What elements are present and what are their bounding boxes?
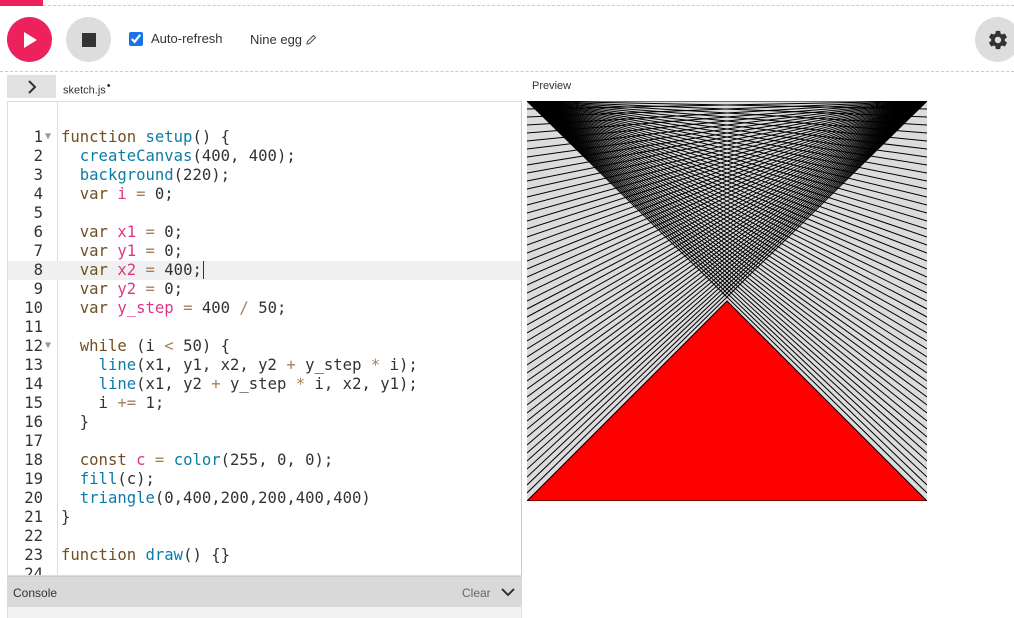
code-line[interactable]: 17 (8, 432, 521, 451)
code-text: var x2 = 400; (79, 261, 204, 279)
line-number: 1 (33, 128, 43, 146)
file-name: sketch.js (63, 84, 106, 97)
line-number: 13 (24, 356, 43, 374)
code-line[interactable]: 23 function draw() {} (8, 546, 521, 565)
code-line[interactable]: 7 var y1 = 0; (8, 242, 521, 261)
line-number: 5 (33, 204, 43, 222)
top-divider (43, 5, 1014, 6)
auto-refresh-label: Auto-refresh (151, 31, 223, 46)
code-text: var y_step = 400 / 50; (79, 299, 287, 317)
gear-icon (988, 30, 1007, 49)
line-number: 16 (24, 413, 43, 431)
project-name[interactable]: Nine egg (250, 32, 317, 47)
code-line[interactable]: 1 ▼ function setup() { (8, 128, 521, 147)
code-line[interactable]: 8 var x2 = 400; (8, 261, 521, 280)
line-number: 2 (33, 147, 43, 165)
code-line[interactable]: 16 } (8, 413, 521, 432)
line-number: 19 (24, 470, 43, 488)
line-number: 9 (33, 280, 43, 298)
code-text: line(x1, y1, x2, y2 + y_step * i); (98, 356, 418, 374)
code-text: triangle(0,400,200,200,400,400) (79, 489, 371, 507)
code-line[interactable]: 21} (8, 508, 521, 527)
chevron-right-icon (27, 79, 36, 94)
line-number: 4 (33, 185, 43, 203)
line-number: 21 (24, 508, 43, 526)
accent-bar (0, 0, 43, 6)
code-line[interactable]: 14 line(x1, y2 + y_step * i, x2, y1); (8, 375, 521, 394)
code-line[interactable]: 3 background(220); (8, 166, 521, 185)
console-body (7, 607, 522, 618)
preview-label: Preview (532, 80, 572, 92)
code-line[interactable]: 4 var i = 0; (8, 185, 521, 204)
code-text: var i = 0; (79, 185, 174, 203)
console-title: Console (13, 586, 58, 600)
line-number: 12 (24, 337, 43, 355)
code-editor[interactable]: 1 ▼ function setup() {2 createCanvas(400, … (7, 101, 522, 576)
code-text: function draw() {} (61, 546, 231, 564)
code-text: } (61, 508, 71, 526)
file-tab-sketch[interactable]: sketch.js• (63, 80, 111, 97)
line-number: 3 (33, 166, 43, 184)
code-line[interactable]: 6 var x1 = 0; (8, 223, 521, 242)
code-text: createCanvas(400, 400); (79, 147, 296, 165)
stop-icon (81, 32, 96, 47)
toolbar-divider (0, 71, 1014, 72)
code-line[interactable]: 24 (8, 565, 521, 576)
line-number: 23 (24, 546, 43, 564)
code-line[interactable]: 19 fill(c); (8, 470, 521, 489)
code-line[interactable]: 18 const c = color(255, 0, 0); (8, 451, 521, 470)
auto-refresh-toggle[interactable]: Auto-refresh (129, 31, 223, 46)
play-button[interactable] (7, 17, 52, 62)
unsaved-indicator: • (106, 80, 111, 92)
code-line[interactable]: 9 var y2 = 0; (8, 280, 521, 299)
code-line[interactable]: 2 createCanvas(400, 400); (8, 147, 521, 166)
code-text: var y2 = 0; (79, 280, 184, 298)
line-number: 8 (33, 261, 43, 279)
code-line[interactable]: 11 (8, 318, 521, 337)
play-icon (23, 31, 37, 48)
code-text: while (i < 50) { (79, 337, 231, 355)
code-line[interactable]: 15 i += 1; (8, 394, 521, 413)
code-line[interactable]: 5 (8, 204, 521, 223)
fold-arrow-icon[interactable]: ▼ (45, 127, 51, 146)
code-text: var x1 = 0; (79, 223, 184, 241)
settings-button[interactable] (975, 17, 1014, 62)
line-number: 6 (33, 223, 43, 241)
console-header: Console Clear (7, 576, 522, 607)
code-text: } (61, 413, 90, 431)
code-text: var y1 = 0; (79, 242, 184, 260)
line-number: 24 (24, 565, 43, 576)
line-number: 11 (24, 318, 43, 336)
preview-canvas (525, 100, 929, 502)
code-line[interactable]: 12 ▼ while (i < 50) { (8, 337, 521, 356)
line-number: 14 (24, 375, 43, 393)
console-clear-button[interactable]: Clear (462, 586, 491, 600)
code-text: const c = color(255, 0, 0); (79, 451, 334, 469)
fold-arrow-icon[interactable]: ▼ (45, 336, 51, 355)
stop-button[interactable] (66, 17, 111, 62)
sidebar-toggle-button[interactable] (7, 75, 56, 98)
line-number: 15 (24, 394, 43, 412)
auto-refresh-checkbox[interactable] (129, 31, 143, 46)
code-line[interactable]: 22 (8, 527, 521, 546)
text-cursor (202, 261, 204, 279)
chevron-down-icon[interactable] (500, 585, 516, 599)
line-number: 7 (33, 242, 43, 260)
code-text: background(220); (79, 166, 231, 184)
code-line[interactable]: 10 var y_step = 400 / 50; (8, 299, 521, 318)
line-number: 20 (24, 489, 43, 507)
line-number: 22 (24, 527, 43, 545)
line-number: 18 (24, 451, 43, 469)
code-text: i += 1; (61, 394, 165, 412)
line-number: 17 (24, 432, 43, 450)
code-lines[interactable]: 1 ▼ function setup() {2 createCanvas(400, … (8, 128, 521, 576)
code-text: line(x1, y2 + y_step * i, x2, y1); (98, 375, 418, 393)
line-number: 10 (24, 299, 43, 317)
code-text: function setup() { (61, 128, 231, 146)
code-line[interactable]: 20 triangle(0,400,200,200,400,400) (8, 489, 521, 508)
project-name-text: Nine egg (250, 32, 303, 47)
pencil-icon[interactable] (306, 34, 317, 45)
code-text: fill(c); (79, 470, 155, 488)
code-line[interactable]: 13 line(x1, y1, x2, y2 + y_step * i); (8, 356, 521, 375)
